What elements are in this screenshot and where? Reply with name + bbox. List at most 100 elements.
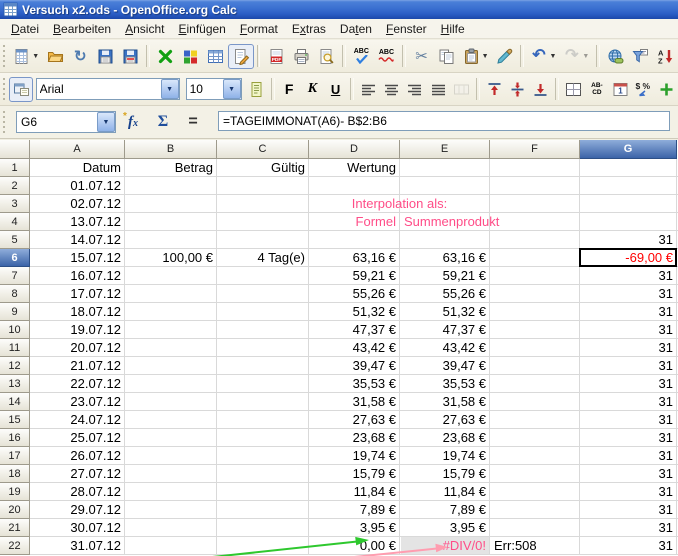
cell-A14[interactable]: 23.07.12 <box>31 393 124 410</box>
cell-E17[interactable]: 19,74 € <box>401 447 489 464</box>
spellcheck-button[interactable]: ABC <box>349 44 374 69</box>
menu-fenster[interactable]: Fenster <box>379 20 434 38</box>
cell-D4[interactable]: Formel <box>310 213 399 230</box>
cell-B6[interactable]: 100,00 € <box>126 249 216 266</box>
save-button[interactable] <box>93 44 118 69</box>
cell-D21[interactable]: 3,95 € <box>310 519 399 536</box>
row-header-4[interactable]: 4 <box>0 213 30 231</box>
menu-bearbeiten[interactable]: Bearbeiten <box>46 20 118 38</box>
font-name-combo[interactable]: ▼ <box>36 78 180 100</box>
cell-G10[interactable]: 31 <box>581 321 676 338</box>
cell-E16[interactable]: 23,68 € <box>401 429 489 446</box>
edit-file-button[interactable] <box>228 44 253 69</box>
cell-D17[interactable]: 19,74 € <box>310 447 399 464</box>
paste-button[interactable]: ▼ <box>459 44 492 69</box>
undo-dropdown-icon[interactable]: ▼ <box>549 53 557 60</box>
cell-A5[interactable]: 14.07.12 <box>31 231 124 248</box>
menu-extras[interactable]: Extras <box>285 20 333 38</box>
cell-G11[interactable]: 31 <box>581 339 676 356</box>
menu-daten[interactable]: Daten <box>333 20 379 38</box>
reload-button[interactable]: ↻ <box>68 44 93 69</box>
cell-A1[interactable]: Datum <box>31 159 124 176</box>
borders-button[interactable] <box>562 77 585 102</box>
row-header-10[interactable]: 10 <box>0 321 30 339</box>
align-justify-button[interactable] <box>427 77 450 102</box>
cell-A7[interactable]: 16.07.12 <box>31 267 124 284</box>
font-size-dropdown-icon[interactable]: ▼ <box>223 79 241 99</box>
cell-F22[interactable]: Err:508 <box>491 537 579 554</box>
cell-A20[interactable]: 29.07.12 <box>31 501 124 518</box>
cell-G12[interactable]: 31 <box>581 357 676 374</box>
row-header-18[interactable]: 18 <box>0 465 30 483</box>
currency-format-button[interactable]: $% <box>632 77 655 102</box>
cell-A2[interactable]: 01.07.12 <box>31 177 124 194</box>
menu-einfügen[interactable]: Einfügen <box>171 20 232 38</box>
title-bar[interactable]: Versuch x2.ods - OpenOffice.org Calc <box>0 0 678 19</box>
row-header-19[interactable]: 19 <box>0 483 30 501</box>
align-bottom-button[interactable] <box>529 77 552 102</box>
cell-D14[interactable]: 31,58 € <box>310 393 399 410</box>
cell-D19[interactable]: 11,84 € <box>310 483 399 500</box>
font-name-input[interactable] <box>37 81 161 97</box>
cell-D6[interactable]: 63,16 € <box>310 249 399 266</box>
cell-A9[interactable]: 18.07.12 <box>31 303 124 320</box>
cell-A13[interactable]: 22.07.12 <box>31 375 124 392</box>
row-header-6[interactable]: 6 <box>0 249 30 267</box>
cell-G5[interactable]: 31 <box>581 231 676 248</box>
cell-A15[interactable]: 24.07.12 <box>31 411 124 428</box>
auto-spellcheck-button[interactable]: ABC <box>374 44 399 69</box>
align-top-button[interactable] <box>483 77 506 102</box>
styles-window-button[interactable] <box>9 77 32 102</box>
cell-G9[interactable]: 31 <box>581 303 676 320</box>
row-header-7[interactable]: 7 <box>0 267 30 285</box>
row-header-16[interactable]: 16 <box>0 429 30 447</box>
excel-x-button[interactable] <box>153 44 178 69</box>
cell-E10[interactable]: 47,37 € <box>401 321 489 338</box>
column-header-A[interactable]: A <box>30 140 125 159</box>
cell-D12[interactable]: 39,47 € <box>310 357 399 374</box>
cell-D1[interactable]: Wertung <box>310 159 399 176</box>
align-right-button[interactable] <box>403 77 426 102</box>
autofilter-button[interactable] <box>628 44 653 69</box>
row-header-3[interactable]: 3 <box>0 195 30 213</box>
row-header-5[interactable]: 5 <box>0 231 30 249</box>
cell-A3[interactable]: 02.07.12 <box>31 195 124 212</box>
cell-G13[interactable]: 31 <box>581 375 676 392</box>
cell-E21[interactable]: 3,95 € <box>401 519 489 536</box>
row-header-9[interactable]: 9 <box>0 303 30 321</box>
align-center-button[interactable] <box>380 77 403 102</box>
cell-D3[interactable]: Interpolation als: <box>310 195 489 212</box>
cell-A21[interactable]: 30.07.12 <box>31 519 124 536</box>
cell-G21[interactable]: 31 <box>581 519 676 536</box>
cell-A22[interactable]: 31.07.12 <box>31 537 124 554</box>
sum-icon[interactable]: Σ <box>150 110 176 134</box>
cell-G8[interactable]: 31 <box>581 285 676 302</box>
cell-A4[interactable]: 13.07.12 <box>31 213 124 230</box>
column-header-E[interactable]: E <box>400 140 490 159</box>
row-header-22[interactable]: 22 <box>0 537 30 555</box>
menu-hilfe[interactable]: Hilfe <box>434 20 472 38</box>
hyperlink-button[interactable] <box>603 44 628 69</box>
name-box[interactable] <box>17 115 97 129</box>
bold-button[interactable]: F <box>278 77 301 102</box>
row-header-11[interactable]: 11 <box>0 339 30 357</box>
cell-E13[interactable]: 35,53 € <box>401 375 489 392</box>
cell-D10[interactable]: 47,37 € <box>310 321 399 338</box>
cell-G14[interactable]: 31 <box>581 393 676 410</box>
cell-E19[interactable]: 11,84 € <box>401 483 489 500</box>
date-format-button[interactable]: 1 <box>609 77 632 102</box>
new-document-dropdown-icon[interactable]: ▼ <box>32 53 40 60</box>
cell-G7[interactable]: 31 <box>581 267 676 284</box>
cell-E22[interactable]: #DIV/0! <box>401 537 489 554</box>
cell-G18[interactable]: 31 <box>581 465 676 482</box>
cell-D11[interactable]: 43,42 € <box>310 339 399 356</box>
open-folder-button[interactable] <box>43 44 68 69</box>
function-icon[interactable]: = <box>180 110 206 134</box>
row-header-20[interactable]: 20 <box>0 501 30 519</box>
formula-input[interactable] <box>218 111 670 131</box>
cell-A10[interactable]: 19.07.12 <box>31 321 124 338</box>
center-vertical-button[interactable] <box>506 77 529 102</box>
insert-table-button[interactable] <box>203 44 228 69</box>
menu-ansicht[interactable]: Ansicht <box>118 20 171 38</box>
cell-E4[interactable]: Summenprodukt <box>401 213 489 230</box>
